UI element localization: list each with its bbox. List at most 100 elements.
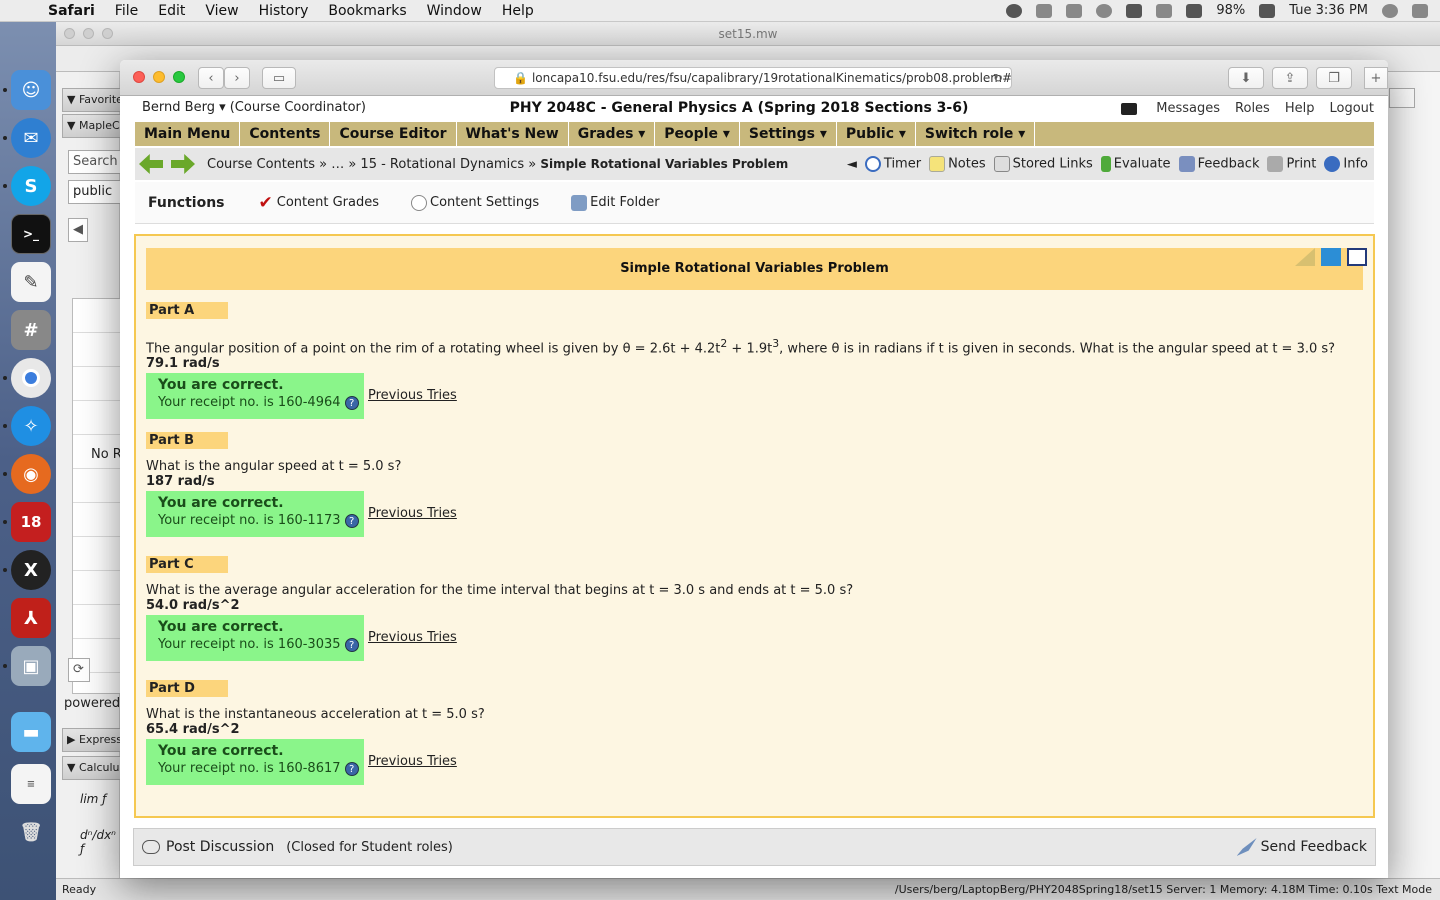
bluetooth-icon[interactable] <box>1156 3 1173 18</box>
time-machine-icon[interactable] <box>1096 3 1113 18</box>
maple-icon[interactable]: 18 <box>11 502 51 542</box>
volume-icon[interactable] <box>1126 3 1143 18</box>
link-help[interactable]: Help <box>1285 101 1315 116</box>
menu-help[interactable]: Help <box>492 3 544 19</box>
menu-file[interactable]: File <box>105 3 148 19</box>
menu-app-name[interactable]: Safari <box>38 3 105 19</box>
finder-icon[interactable]: ☺ <box>11 70 51 110</box>
spotlight-search-icon[interactable] <box>1382 3 1398 18</box>
send-feedback-button[interactable]: Send Feedback <box>1236 838 1375 856</box>
tabs-overview-icon[interactable]: ❐ <box>1316 67 1352 89</box>
new-tab-icon[interactable]: + <box>1364 67 1388 89</box>
firefox-icon[interactable]: ◉ <box>11 454 51 494</box>
edit-folder-link[interactable]: Edit Folder <box>571 194 660 211</box>
menu-bookmarks[interactable]: Bookmarks <box>318 3 416 19</box>
menu-edit[interactable]: Edit <box>148 3 195 19</box>
maple-public-field[interactable]: public <box>68 180 122 204</box>
folder-icon[interactable]: ▬ <box>11 712 51 752</box>
link-logout[interactable]: Logout <box>1329 101 1374 116</box>
menu-settings[interactable]: Settings ▾ <box>740 122 837 146</box>
acrobat-icon[interactable]: ⅄ <box>11 598 51 638</box>
address-bar[interactable]: 🔒 loncapa10.fsu.edu/res/fsu/capalibrary/1… <box>494 67 1012 89</box>
previous-tries-link[interactable]: Previous Tries <box>368 630 457 645</box>
maple-back-button[interactable]: ◀ <box>68 218 88 242</box>
palette-calculus[interactable]: ▼ Calculus <box>62 756 122 780</box>
back-button[interactable]: ‹ <box>198 67 224 89</box>
help-icon[interactable]: ? <box>344 761 359 776</box>
stored-links-tool[interactable]: Stored Links <box>993 156 1093 172</box>
close-window-icon[interactable] <box>133 71 145 83</box>
menu-whats-new[interactable]: What's New <box>457 122 569 146</box>
refresh-icon[interactable]: ⟳ <box>68 658 90 682</box>
menu-grades[interactable]: Grades ▾ <box>569 122 656 146</box>
notification-center-icon[interactable] <box>1412 3 1428 18</box>
terminal-icon[interactable]: >_ <box>11 214 51 254</box>
sidebar-toggle-icon[interactable]: ▭ <box>262 67 296 89</box>
link-messages[interactable]: Messages <box>1156 101 1220 116</box>
safari-icon[interactable]: ✧ <box>11 406 51 446</box>
previous-tries-link[interactable]: Previous Tries <box>368 388 457 403</box>
derivative-template-icon[interactable]: dⁿ/dxⁿ ƒ <box>80 828 119 856</box>
html-editor-icon[interactable] <box>1347 248 1367 266</box>
menu-clock[interactable]: Tue 3:36 PM <box>1289 3 1368 18</box>
ruler-icon[interactable] <box>1295 248 1315 266</box>
calculator-icon[interactable]: # <box>11 310 51 350</box>
messages-icon[interactable] <box>1121 102 1138 115</box>
menu-course-editor[interactable]: Course Editor <box>330 122 457 146</box>
evaluate-tool[interactable]: Evaluate <box>1100 156 1171 172</box>
reload-icon[interactable]: ↻ <box>993 68 1003 88</box>
minimize-window-icon[interactable] <box>153 71 165 83</box>
palette-favorites[interactable]: ▼ Favorites <box>62 88 122 112</box>
document-stack-icon[interactable]: ≡ <box>11 764 51 804</box>
thunderbird-icon[interactable]: ✉ <box>11 118 51 158</box>
feedback-tool[interactable]: Feedback <box>1178 156 1259 172</box>
post-discussion-button[interactable]: Post Discussion <box>142 839 274 855</box>
preview-icon[interactable]: ▣ <box>11 646 51 686</box>
menu-switch-role[interactable]: Switch role ▾ <box>916 122 1036 146</box>
previous-tries-link[interactable]: Previous Tries <box>368 506 457 521</box>
textedit-icon[interactable]: ✎ <box>11 262 51 302</box>
palette-expression[interactable]: ▶ Expressi <box>62 728 122 752</box>
activity-icon[interactable] <box>1066 3 1083 18</box>
skype-icon[interactable]: S <box>11 166 51 206</box>
notes-tool[interactable]: Notes <box>929 156 986 172</box>
fullscreen-window-icon[interactable] <box>173 71 185 83</box>
chrome-icon[interactable] <box>11 358 51 398</box>
battery-percent[interactable]: 98% <box>1216 3 1245 18</box>
content-grades-link[interactable]: ✔ Content Grades <box>259 193 380 213</box>
info-tool[interactable]: Info <box>1324 156 1368 172</box>
wifi-icon[interactable] <box>1186 3 1203 18</box>
edit-problem-icon[interactable] <box>1321 248 1341 266</box>
help-icon[interactable]: ? <box>344 395 359 410</box>
user-role-menu[interactable]: Bernd Berg ▾ (Course Coordinator) <box>142 100 366 115</box>
menu-window[interactable]: Window <box>417 3 492 19</box>
close-icon[interactable] <box>64 28 75 39</box>
content-settings-link[interactable]: Content Settings <box>411 194 539 211</box>
palette-maplecloud[interactable]: ▼ MapleCl <box>62 114 122 138</box>
zoom-icon[interactable] <box>102 28 113 39</box>
menu-contents[interactable]: Contents <box>240 122 331 146</box>
menu-main-menu[interactable]: Main Menu <box>135 122 241 146</box>
share-icon[interactable]: ⇪ <box>1272 67 1308 89</box>
menu-public[interactable]: Public ▾ <box>837 122 916 146</box>
previous-resource-arrow-icon[interactable] <box>139 154 163 174</box>
collapse-tools-icon[interactable]: ◄ <box>847 157 857 172</box>
limit-template-icon[interactable]: lim ƒ <box>80 792 106 806</box>
skype-status-icon[interactable] <box>1006 3 1023 18</box>
next-resource-arrow-icon[interactable] <box>171 154 195 174</box>
previous-tries-link[interactable]: Previous Tries <box>368 754 457 769</box>
timer-tool[interactable]: Timer <box>864 156 921 172</box>
help-icon[interactable]: ? <box>344 513 359 528</box>
minimize-icon[interactable] <box>83 28 94 39</box>
print-tool[interactable]: Print <box>1267 156 1316 172</box>
trash-icon[interactable]: 🗑 <box>11 812 51 852</box>
menu-people[interactable]: People ▾ <box>655 122 740 146</box>
menu-view[interactable]: View <box>195 3 248 19</box>
x11-icon[interactable]: X <box>11 550 51 590</box>
link-roles[interactable]: Roles <box>1235 101 1270 116</box>
maple-cloud-list[interactable]: No R <box>72 298 122 694</box>
breadcrumb[interactable]: Course Contents » … » 15 - Rotational Dy… <box>207 157 788 172</box>
maple-search-input[interactable]: Search <box>68 150 122 174</box>
sync-status-icon[interactable] <box>1036 3 1053 18</box>
document-panel-icon[interactable] <box>1389 88 1415 108</box>
